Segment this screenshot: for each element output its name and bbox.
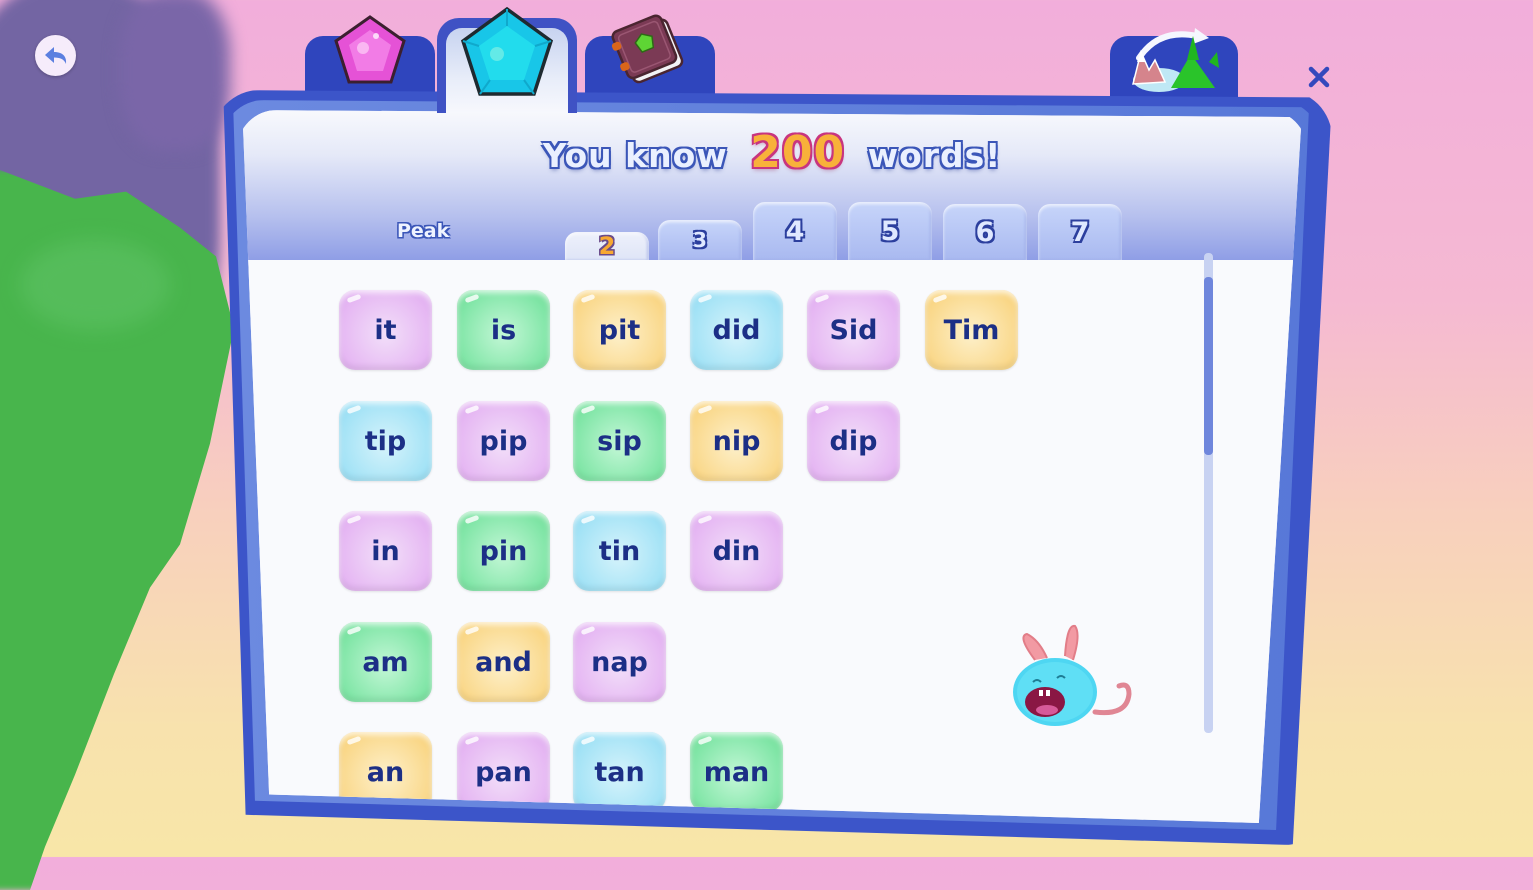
level-tab-6[interactable]: 6 bbox=[943, 204, 1027, 260]
title-prefix: You know bbox=[542, 136, 728, 175]
monster-mascot bbox=[1013, 624, 1132, 726]
level-label: Peak bbox=[397, 220, 450, 242]
word-tile[interactable]: dip bbox=[807, 401, 900, 481]
back-arrow-icon bbox=[44, 46, 66, 64]
word-tile[interactable]: Sid bbox=[807, 290, 900, 370]
tab-book[interactable] bbox=[585, 14, 715, 98]
word-tile[interactable]: nap bbox=[573, 622, 666, 702]
word-count: 200 bbox=[750, 127, 846, 178]
panel-header: You know 200 words! Peak 2 3 4 5 6 7 bbox=[242, 110, 1302, 260]
level-tab-2[interactable]: 2 bbox=[565, 232, 649, 260]
word-tile[interactable]: did bbox=[690, 290, 783, 370]
word-tile[interactable]: pan bbox=[457, 732, 550, 812]
word-tile[interactable]: tin bbox=[573, 511, 666, 591]
close-button[interactable] bbox=[1304, 62, 1334, 92]
word-tile[interactable]: tan bbox=[573, 732, 666, 812]
word-grid: it is pit did Sid Tim tip pip sip nip di… bbox=[242, 253, 1302, 823]
level-tab-5[interactable]: 5 bbox=[848, 202, 932, 260]
background-bush-highlight bbox=[20, 240, 170, 330]
word-tile[interactable]: sip bbox=[573, 401, 666, 481]
word-tile[interactable]: tip bbox=[339, 401, 432, 481]
blue-gem-icon bbox=[460, 6, 554, 96]
tab-pink-gem[interactable] bbox=[305, 15, 435, 98]
close-icon bbox=[1308, 66, 1330, 88]
map-switch-button[interactable] bbox=[1110, 28, 1238, 98]
word-tile[interactable]: in bbox=[339, 511, 432, 591]
word-tile[interactable]: pit bbox=[573, 290, 666, 370]
word-tile[interactable]: din bbox=[690, 511, 783, 591]
title-suffix: words! bbox=[867, 136, 1002, 175]
pink-gem-icon bbox=[334, 15, 406, 84]
world-map-swap-icon bbox=[1132, 28, 1219, 92]
book-icon bbox=[611, 14, 684, 84]
word-tile[interactable]: man bbox=[690, 732, 783, 812]
word-tile[interactable]: am bbox=[339, 622, 432, 702]
word-collection-panel: You know 200 words! Peak 2 3 4 5 6 7 it … bbox=[242, 110, 1302, 823]
level-tab-4[interactable]: 4 bbox=[753, 202, 837, 260]
word-tile[interactable]: nip bbox=[690, 401, 783, 481]
word-tile[interactable]: pin bbox=[457, 511, 550, 591]
level-tab-7[interactable]: 7 bbox=[1038, 204, 1122, 260]
word-tile[interactable]: Tim bbox=[925, 290, 1018, 370]
word-tile[interactable]: and bbox=[457, 622, 550, 702]
word-tile[interactable]: pip bbox=[457, 401, 550, 481]
scrollbar-thumb[interactable] bbox=[1204, 277, 1213, 455]
background-hill-purple-peak bbox=[120, 0, 230, 150]
back-button[interactable] bbox=[35, 35, 76, 76]
word-tile[interactable]: it bbox=[339, 290, 432, 370]
scrollbar[interactable] bbox=[1204, 253, 1213, 733]
word-tile[interactable]: is bbox=[457, 290, 550, 370]
tab-blue-gem[interactable] bbox=[437, 6, 577, 113]
level-tab-3[interactable]: 3 bbox=[658, 220, 742, 260]
word-count-title: You know 200 words! bbox=[242, 127, 1301, 178]
